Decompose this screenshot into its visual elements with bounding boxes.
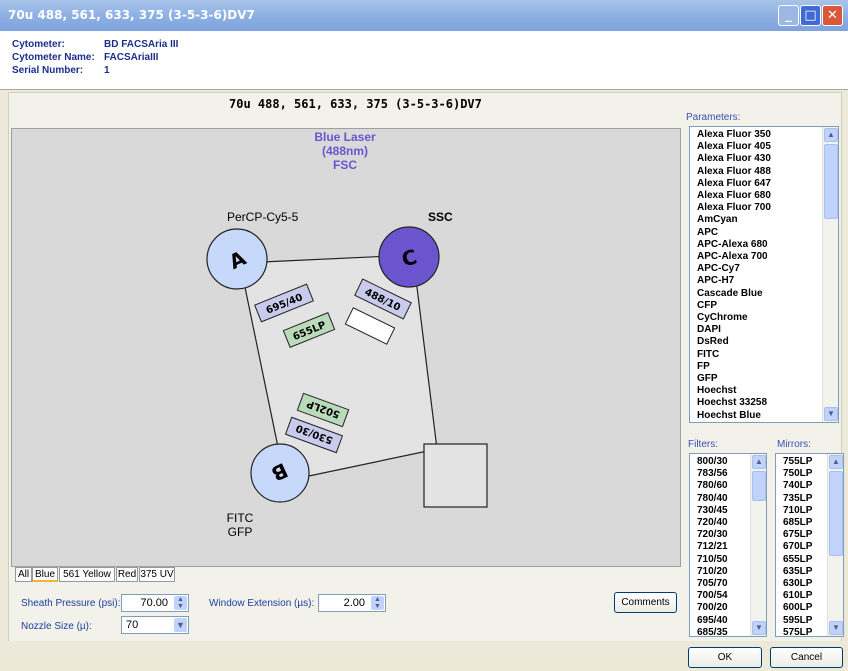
parameter-item[interactable]: CFP: [690, 300, 838, 312]
cancel-button[interactable]: Cancel: [770, 647, 843, 668]
close-icon: ✕: [827, 8, 838, 23]
parameter-item[interactable]: Hoechst Blue: [690, 410, 838, 422]
parameter-item[interactable]: Hoechst 33258: [690, 397, 838, 409]
window-title: 70u 488, 561, 633, 375 (3-5-3-6)DV7: [8, 8, 255, 22]
window-extension-label: Window Extension (µs):: [209, 598, 315, 609]
minimize-icon: _: [785, 8, 792, 23]
parameter-item[interactable]: Alexa Fluor 405: [690, 141, 838, 153]
window-extension-value: 2.00: [343, 597, 365, 609]
ok-button[interactable]: OK: [688, 647, 762, 668]
tab-all[interactable]: All: [15, 567, 32, 582]
parameter-item[interactable]: Alexa Fluor 647: [690, 178, 838, 190]
scroll-thumb[interactable]: [752, 471, 766, 501]
empty-detector-slot[interactable]: [423, 443, 488, 508]
title-bar: 70u 488, 561, 633, 375 (3-5-3-6)DV7 _ □ …: [0, 0, 848, 31]
minimize-button[interactable]: _: [778, 5, 799, 26]
filters-label: Filters:: [688, 439, 718, 450]
parameters-items: Alexa Fluor 350 Alexa Fluor 405 Alexa Fluo…: [690, 127, 838, 422]
info-value: BD FACSAria III: [104, 39, 179, 50]
info-label: Cytometer:: [12, 39, 65, 50]
detector-b-label-2: GFP: [228, 525, 253, 539]
spin-arrows-icon[interactable]: ▲ ▼: [371, 596, 384, 610]
configuration-title: 70u 488, 561, 633, 375 (3-5-3-6)DV7: [229, 97, 482, 111]
parameter-item[interactable]: Alexa Fluor 680: [690, 190, 838, 202]
info-label: Serial Number:: [12, 65, 84, 76]
dialog-footer: OK Cancel: [0, 641, 848, 671]
tab-561-yellow[interactable]: 561 Yellow: [59, 567, 115, 582]
scroll-down-icon[interactable]: ▼: [829, 621, 843, 635]
detector-a[interactable]: A: [206, 228, 268, 290]
nozzle-size-label: Nozzle Size (µ):: [21, 621, 92, 632]
scroll-up-icon[interactable]: ▲: [752, 455, 766, 469]
parameter-item[interactable]: Alexa Fluor 488: [690, 166, 838, 178]
parameter-item[interactable]: Alexa Fluor 350: [690, 129, 838, 141]
info-label: Cytometer Name:: [12, 52, 95, 63]
parameter-item[interactable]: APC-Cy7: [690, 263, 838, 275]
parameters-list[interactable]: Alexa Fluor 350 Alexa Fluor 405 Alexa Fluo…: [689, 126, 839, 423]
window-extension-stepper[interactable]: 2.00 ▲ ▼: [318, 594, 386, 612]
close-button[interactable]: ✕: [822, 5, 843, 26]
parameter-item[interactable]: FP: [690, 361, 838, 373]
parameter-item[interactable]: DsRed: [690, 336, 838, 348]
parameter-item[interactable]: APC: [690, 227, 838, 239]
parameter-item[interactable]: APC-H7: [690, 275, 838, 287]
parameter-item[interactable]: Hoechst: [690, 385, 838, 397]
tab-blue[interactable]: Blue: [32, 567, 58, 582]
comments-button[interactable]: Comments: [614, 592, 677, 613]
sheath-pressure-value: 70.00: [140, 597, 168, 609]
cytometer-info: Cytometer: BD FACSAria III Cytometer Name…: [0, 31, 848, 90]
optical-diagram-panel: Blue Laser (488nm) FSC PerCP-Cy5-5 SSC A…: [11, 128, 681, 567]
mirrors-scrollbar[interactable]: ▲ ▼: [827, 454, 843, 636]
laser-fsc: FSC: [333, 158, 357, 172]
info-row-serial: Serial Number: 1: [12, 65, 110, 76]
scroll-down-icon[interactable]: ▼: [824, 407, 838, 421]
nozzle-size-value: 70: [126, 619, 139, 631]
parameter-item[interactable]: AmCyan: [690, 214, 838, 226]
detector-c[interactable]: C: [378, 226, 440, 288]
chevron-down-icon[interactable]: ▼: [174, 618, 187, 632]
parameter-item[interactable]: Alexa Fluor 700: [690, 202, 838, 214]
parameter-item[interactable]: Alexa Fluor 430: [690, 153, 838, 165]
detector-c-label: SSC: [428, 210, 453, 224]
laser-name: Blue Laser: [314, 130, 376, 144]
filters-list[interactable]: 800/30 783/56 780/60 780/40 730/45 720/40 720/…: [689, 453, 767, 637]
info-value: FACSAriaIII: [104, 52, 159, 63]
scroll-thumb[interactable]: [829, 471, 843, 556]
maximize-icon: □: [804, 8, 817, 23]
parameter-item[interactable]: CyChrome: [690, 312, 838, 324]
detector-b-label-1: FITC: [227, 511, 254, 525]
scroll-down-icon[interactable]: ▼: [752, 621, 766, 635]
mirrors-label: Mirrors:: [777, 439, 811, 450]
parameter-item[interactable]: APC-Alexa 680: [690, 239, 838, 251]
parameter-item[interactable]: GFP: [690, 373, 838, 385]
filters-scrollbar[interactable]: ▲ ▼: [750, 454, 766, 636]
scroll-thumb[interactable]: [824, 144, 838, 219]
detector-b[interactable]: B: [250, 443, 310, 503]
parameter-item[interactable]: Cascade Blue: [690, 288, 838, 300]
optical-diagram: Blue Laser (488nm) FSC PerCP-Cy5-5 SSC A…: [206, 130, 488, 539]
scroll-up-icon[interactable]: ▲: [824, 128, 838, 142]
nozzle-size-select[interactable]: 70 ▼: [121, 616, 189, 634]
sheath-pressure-label: Sheath Pressure (psi):: [21, 598, 121, 609]
parameters-label: Parameters:: [686, 112, 741, 123]
parameters-scrollbar[interactable]: ▲ ▼: [822, 127, 838, 422]
maximize-button[interactable]: □: [800, 5, 821, 26]
info-row-name: Cytometer Name: FACSAriaIII: [12, 52, 158, 63]
sheath-pressure-stepper[interactable]: 70.00 ▲ ▼: [121, 594, 189, 612]
info-value: 1: [104, 65, 110, 76]
tab-375-uv[interactable]: 375 UV: [139, 567, 175, 582]
spin-arrows-icon[interactable]: ▲ ▼: [174, 596, 187, 610]
parameter-item[interactable]: FITC: [690, 349, 838, 361]
scroll-up-icon[interactable]: ▲: [829, 455, 843, 469]
parameter-item[interactable]: DAPI: [690, 324, 838, 336]
mirrors-list[interactable]: 755LP 750LP 740LP 735LP 710LP 685LP 675LP 670LP…: [775, 453, 844, 637]
detector-a-label: PerCP-Cy5-5: [227, 210, 299, 224]
info-row-cytometer: Cytometer: BD FACSAria III: [12, 39, 178, 50]
laser-wavelength: (488nm): [322, 144, 368, 158]
parameter-item[interactable]: APC-Alexa 700: [690, 251, 838, 263]
tab-red[interactable]: Red: [116, 567, 138, 582]
